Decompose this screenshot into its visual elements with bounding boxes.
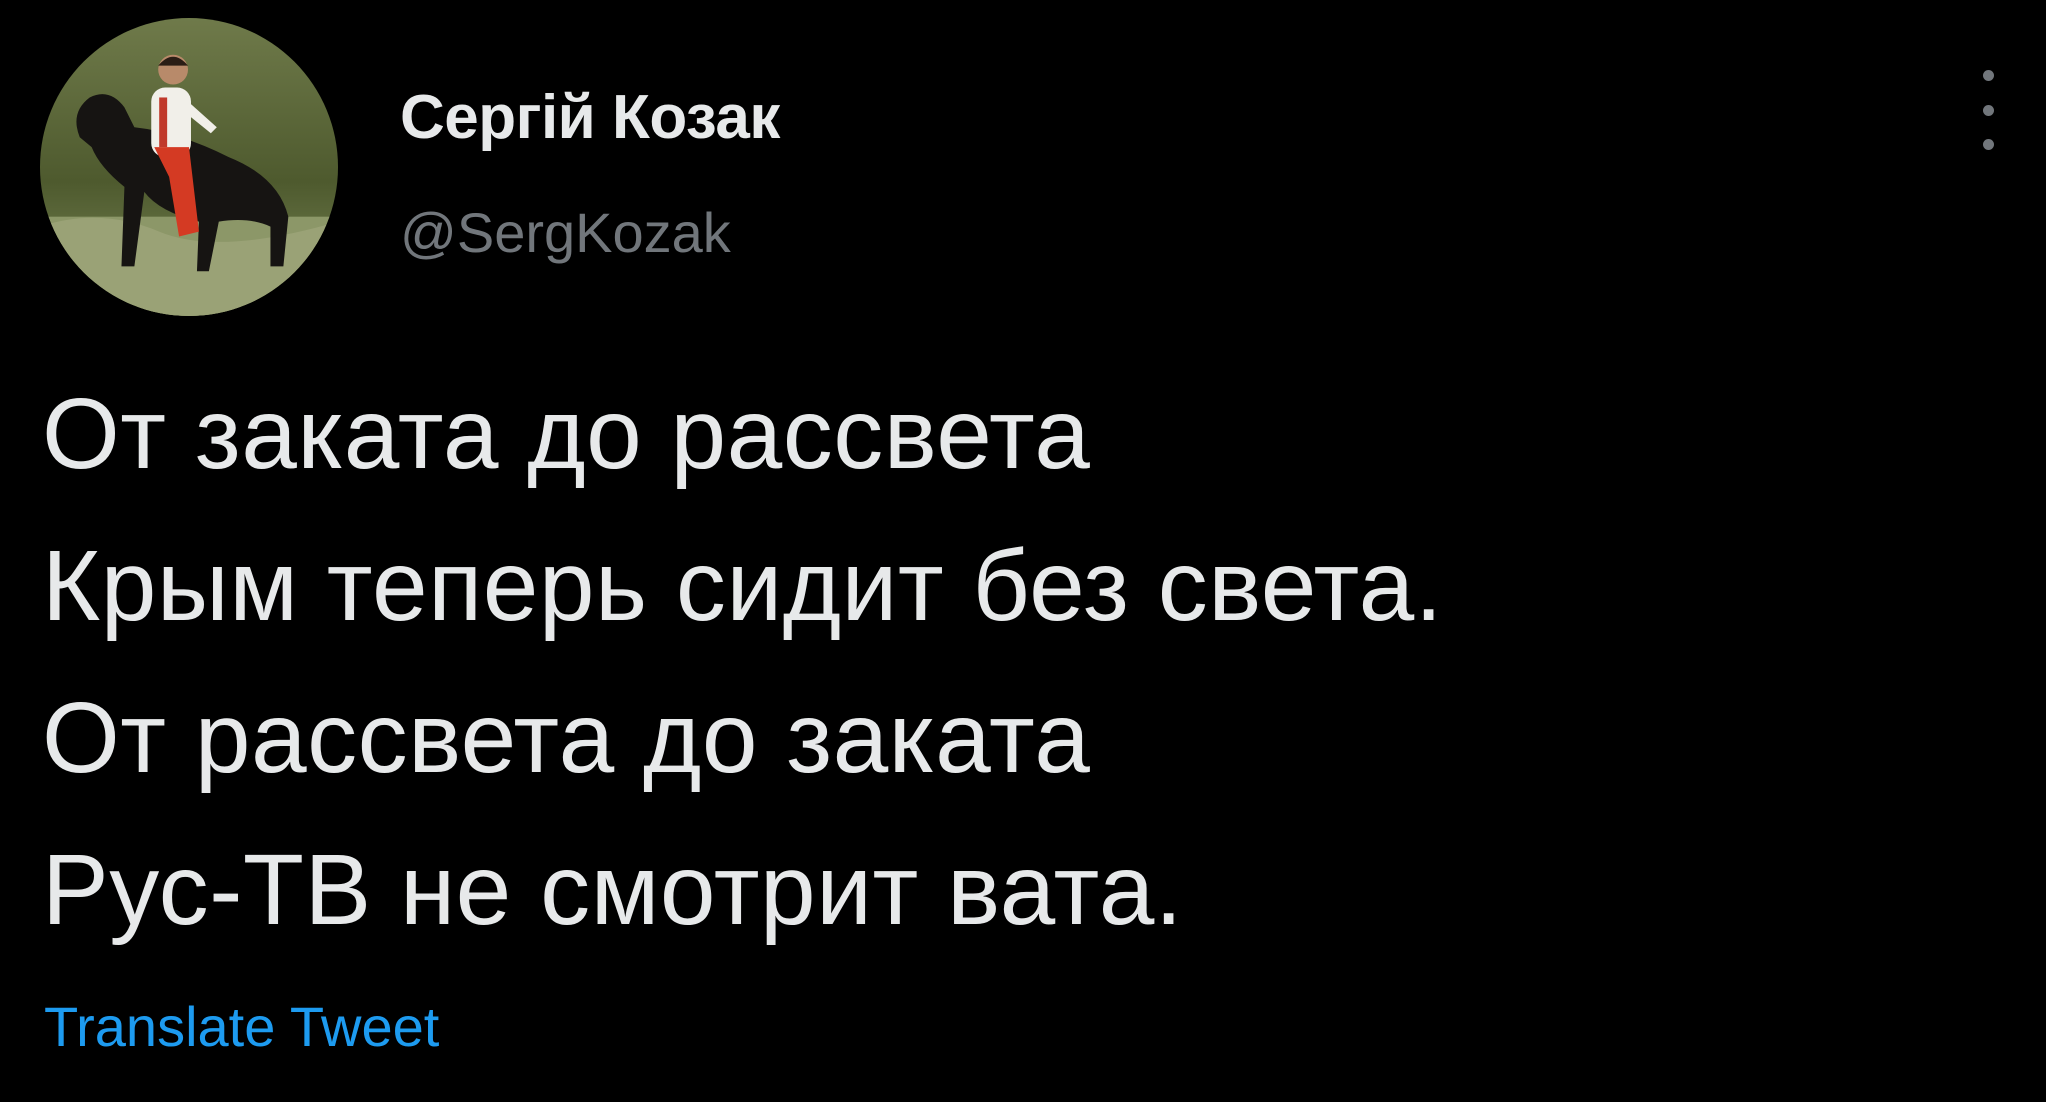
tweet-text-line: От заката до рассвета [42,378,1091,490]
tweet-text-line: Крым теперь сидит без света. [42,530,1444,642]
tweet-text-line: Рус-ТВ не смотрит вата. [42,834,1184,946]
tweet-text: От заката до рассвета Крым теперь сидит … [42,358,1942,966]
author-display-name[interactable]: Сергій Козак [400,82,780,153]
more-options-button[interactable] [1966,70,2010,150]
author-handle[interactable]: @SergKozak [400,200,731,265]
author-avatar[interactable] [40,18,338,316]
more-vertical-icon-dot [1982,104,1994,116]
tweet-card: Сергій Козак @SergKozak От заката до рас… [0,0,2046,1102]
more-vertical-icon [1982,70,1994,81]
tweet-text-line: От рассвета до заката [42,682,1091,794]
more-vertical-icon-dot [1982,139,1994,150]
translate-tweet-link[interactable]: Translate Tweet [44,994,439,1059]
avatar-image [40,18,338,316]
